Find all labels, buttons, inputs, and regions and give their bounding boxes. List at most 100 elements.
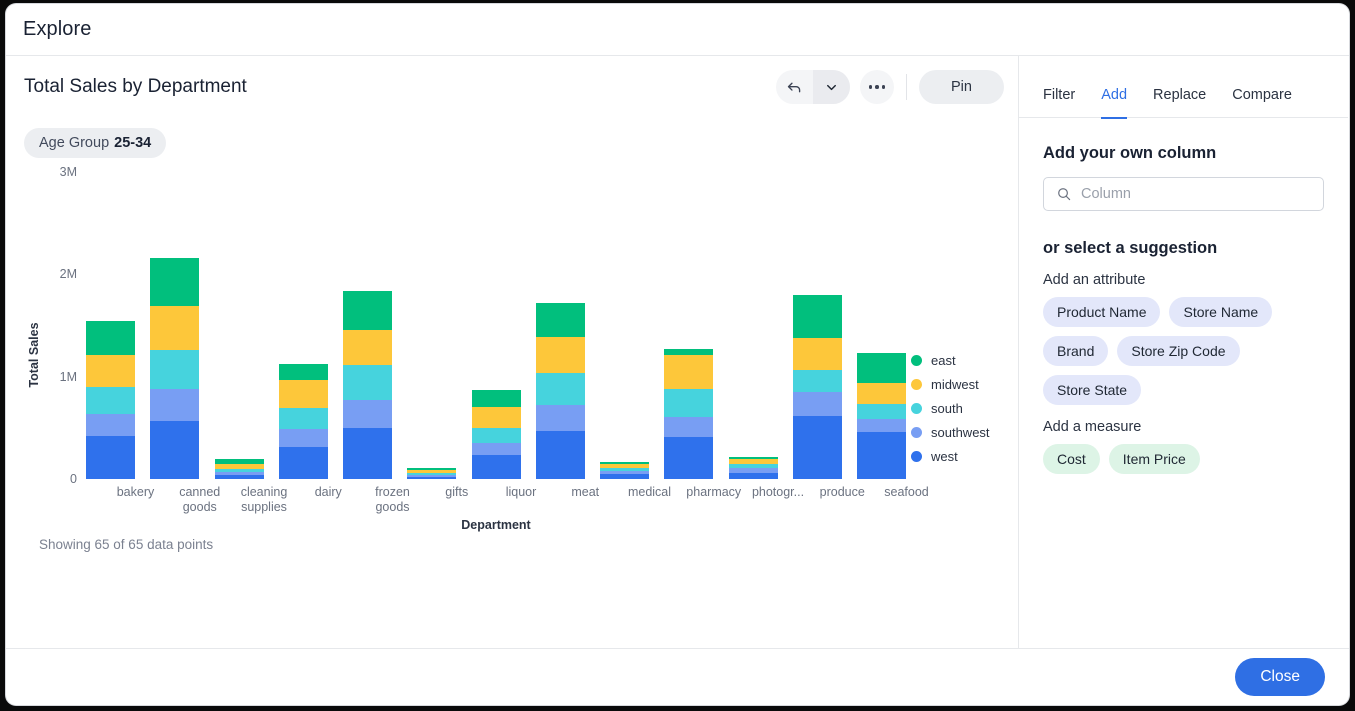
bar-column[interactable] xyxy=(150,172,199,479)
bar-segment-southwest[interactable] xyxy=(536,405,585,431)
bar-column[interactable] xyxy=(86,172,135,479)
stacked-bar[interactable] xyxy=(664,349,713,479)
attribute-chip-store-zip-code[interactable]: Store Zip Code xyxy=(1117,336,1239,366)
bar-segment-southwest[interactable] xyxy=(664,417,713,437)
bar-segment-midwest[interactable] xyxy=(664,355,713,389)
legend-item-west[interactable]: west xyxy=(911,444,990,468)
bar-segment-east[interactable] xyxy=(86,321,135,355)
bar-segment-south[interactable] xyxy=(536,373,585,406)
bar-segment-west[interactable] xyxy=(472,455,521,479)
bar-segment-southwest[interactable] xyxy=(472,443,521,455)
bar-segment-south[interactable] xyxy=(86,387,135,414)
bar-segment-west[interactable] xyxy=(150,421,199,479)
undo-button[interactable] xyxy=(776,70,813,104)
attribute-chip-brand[interactable]: Brand xyxy=(1043,336,1108,366)
bar-column[interactable] xyxy=(793,172,842,479)
tab-compare[interactable]: Compare xyxy=(1232,87,1292,119)
legend-item-south[interactable]: south xyxy=(911,396,990,420)
measure-chip-cost[interactable]: Cost xyxy=(1043,444,1100,474)
bar-segment-west[interactable] xyxy=(664,437,713,479)
bar-segment-south[interactable] xyxy=(472,428,521,443)
stacked-bar[interactable] xyxy=(600,462,649,479)
attribute-chip-store-name[interactable]: Store Name xyxy=(1169,297,1272,327)
bar-segment-southwest[interactable] xyxy=(150,389,199,421)
legend-item-east[interactable]: east xyxy=(911,348,990,372)
stacked-bar[interactable] xyxy=(407,468,456,479)
bar-segment-southwest[interactable] xyxy=(86,414,135,437)
bar-segment-west[interactable] xyxy=(407,477,456,479)
bar-segment-west[interactable] xyxy=(343,428,392,479)
bar-segment-midwest[interactable] xyxy=(536,337,585,373)
attribute-chip-product-name[interactable]: Product Name xyxy=(1043,297,1160,327)
bar-segment-midwest[interactable] xyxy=(472,407,521,427)
side-panel: FilterAddReplaceCompare Add your own col… xyxy=(1019,56,1348,648)
bar-segment-southwest[interactable] xyxy=(857,419,906,432)
bar-segment-west[interactable] xyxy=(600,474,649,479)
bar-segment-midwest[interactable] xyxy=(793,338,842,370)
attribute-chip-store-state[interactable]: Store State xyxy=(1043,375,1141,405)
bar-segment-south[interactable] xyxy=(343,365,392,400)
bar-segment-west[interactable] xyxy=(86,436,135,479)
bar-column[interactable] xyxy=(729,172,778,479)
bar-column[interactable] xyxy=(664,172,713,479)
stacked-bar[interactable] xyxy=(536,303,585,479)
bar-column[interactable] xyxy=(279,172,328,479)
filter-chip-age-group[interactable]: Age Group25-34 xyxy=(24,128,166,158)
bar-segment-east[interactable] xyxy=(472,390,521,407)
bar-column[interactable] xyxy=(600,172,649,479)
bar-segment-west[interactable] xyxy=(536,431,585,479)
legend-item-midwest[interactable]: midwest xyxy=(911,372,990,396)
bar-segment-southwest[interactable] xyxy=(279,429,328,447)
stacked-bar[interactable] xyxy=(279,364,328,479)
tab-filter[interactable]: Filter xyxy=(1043,87,1075,119)
stacked-bar[interactable] xyxy=(150,258,199,479)
bar-segment-west[interactable] xyxy=(793,416,842,479)
bar-segment-midwest[interactable] xyxy=(279,380,328,409)
bar-segment-east[interactable] xyxy=(343,291,392,330)
bar-column[interactable] xyxy=(857,172,906,479)
stacked-bar[interactable] xyxy=(793,295,842,479)
tab-add[interactable]: Add xyxy=(1101,87,1127,119)
bar-segment-southwest[interactable] xyxy=(793,392,842,416)
bar-segment-southwest[interactable] xyxy=(343,400,392,428)
column-search-input[interactable] xyxy=(1081,186,1311,202)
stacked-bar[interactable] xyxy=(472,390,521,479)
bar-column[interactable] xyxy=(536,172,585,479)
bar-column[interactable] xyxy=(407,172,456,479)
bar-column[interactable] xyxy=(215,172,264,479)
bar-segment-west[interactable] xyxy=(729,473,778,479)
bar-segment-midwest[interactable] xyxy=(343,330,392,366)
stacked-bar[interactable] xyxy=(729,457,778,479)
bar-segment-east[interactable] xyxy=(279,364,328,379)
bar-segment-east[interactable] xyxy=(536,303,585,337)
stacked-bar[interactable] xyxy=(343,291,392,479)
bar-segment-east[interactable] xyxy=(857,353,906,383)
stacked-bar[interactable] xyxy=(857,353,906,479)
bar-column[interactable] xyxy=(343,172,392,479)
legend-item-southwest[interactable]: southwest xyxy=(911,420,990,444)
bar-column[interactable] xyxy=(472,172,521,479)
measure-chip-item-price[interactable]: Item Price xyxy=(1109,444,1200,474)
bar-segment-south[interactable] xyxy=(857,404,906,418)
close-button[interactable]: Close xyxy=(1235,658,1325,696)
bar-segment-west[interactable] xyxy=(215,475,264,479)
more-options-button[interactable] xyxy=(860,70,894,104)
bar-segment-south[interactable] xyxy=(279,408,328,428)
column-search-box[interactable] xyxy=(1043,177,1324,211)
bar-segment-midwest[interactable] xyxy=(86,355,135,387)
bar-segment-south[interactable] xyxy=(150,350,199,389)
bar-segment-west[interactable] xyxy=(279,447,328,479)
bar-segment-south[interactable] xyxy=(664,389,713,417)
bar-segment-east[interactable] xyxy=(150,258,199,306)
bar-segment-midwest[interactable] xyxy=(857,383,906,404)
bar-segment-east[interactable] xyxy=(793,295,842,338)
tab-replace[interactable]: Replace xyxy=(1153,87,1206,119)
undo-dropdown-group xyxy=(776,70,850,104)
pin-button[interactable]: Pin xyxy=(919,70,1004,104)
undo-history-dropdown-button[interactable] xyxy=(813,70,850,104)
bar-segment-west[interactable] xyxy=(857,432,906,479)
bar-segment-south[interactable] xyxy=(793,370,842,393)
stacked-bar[interactable] xyxy=(86,321,135,479)
stacked-bar[interactable] xyxy=(215,459,264,479)
bar-segment-midwest[interactable] xyxy=(150,306,199,350)
